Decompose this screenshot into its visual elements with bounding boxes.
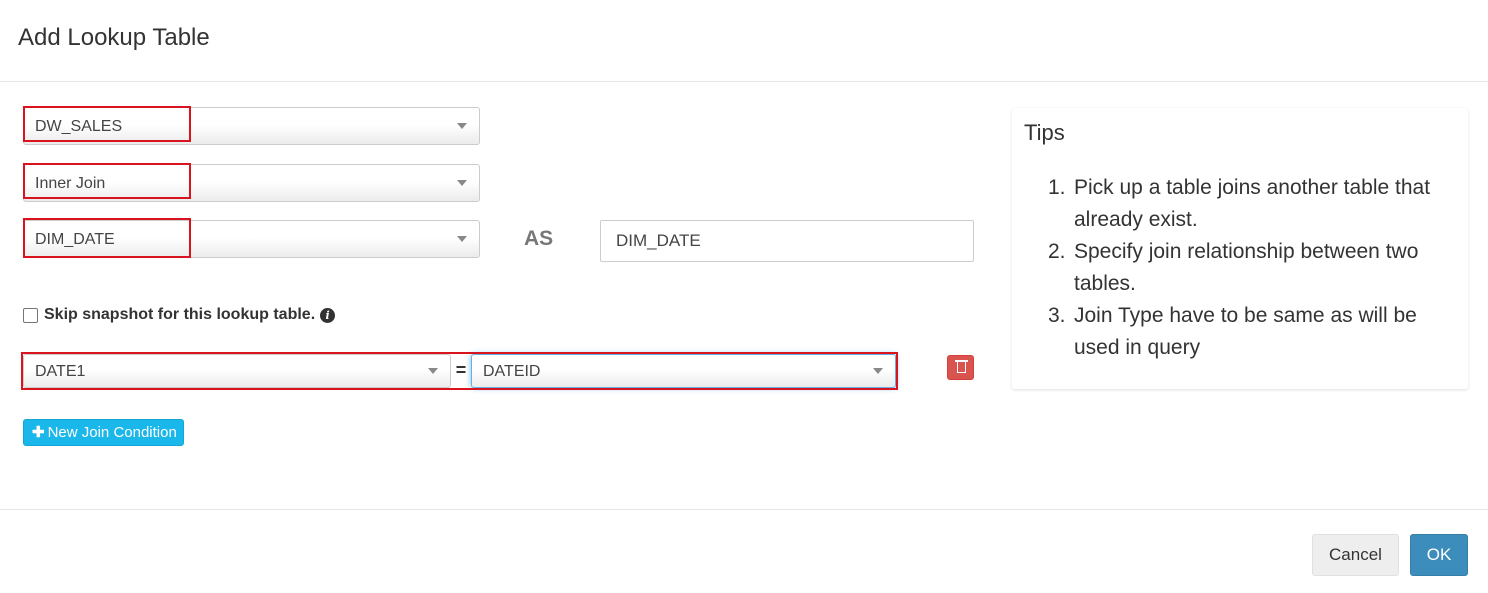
lookup-table-select[interactable]: DIM_DATE [23,220,480,258]
caret-down-icon [428,368,438,374]
source-table-select[interactable]: DW_SALES [23,107,480,145]
modal-title: Add Lookup Table [18,24,210,51]
caret-down-icon [457,236,467,242]
plus-icon: ✚ [32,424,45,441]
info-circle-icon[interactable]: i [320,307,336,323]
join-type-select[interactable]: Inner Join [23,164,480,202]
join-left-column-value: DATE1 [35,363,86,380]
join-left-column-select[interactable]: DATE1 [23,354,451,388]
tips-panel: Tips 1. Pick up a table joins another tab… [1012,108,1468,389]
new-join-condition-button[interactable]: ✚ New Join Condition [23,419,184,446]
tip-text: Pick up a table joins another table that… [1074,176,1431,231]
caret-down-icon [457,180,467,186]
join-operator: = [455,360,467,380]
cancel-button[interactable]: Cancel [1312,534,1399,576]
tip-item: 2. Specify join relationship between two … [1048,236,1458,300]
tip-number: 3. [1048,304,1066,327]
new-join-condition-label: New Join Condition [47,424,177,441]
join-type-value: Inner Join [35,175,106,192]
tip-text: Specify join relationship between two ta… [1074,240,1419,295]
skip-snapshot-label: Skip snapshot for this lookup table. [44,306,316,323]
modal-header: Add Lookup Table [0,0,1488,82]
tip-item: 3. Join Type have to be same as will be u… [1048,300,1458,364]
tip-number: 2. [1048,240,1066,263]
delete-join-condition-button[interactable] [947,355,974,380]
alias-input[interactable] [600,220,974,262]
tip-item: 1. Pick up a table joins another table th… [1048,172,1458,236]
tips-list: 1. Pick up a table joins another table th… [1048,172,1458,364]
caret-down-icon [457,123,467,129]
tip-number: 1. [1048,176,1066,199]
modal-footer [0,509,1488,593]
skip-snapshot-row: Skip snapshot for this lookup table. i [23,304,336,326]
join-right-column-select[interactable]: DATEID [471,354,896,388]
tip-text: Join Type have to be same as will be use… [1074,304,1417,359]
caret-down-icon [873,368,883,374]
as-label: AS [524,227,554,250]
ok-button[interactable]: OK [1410,534,1468,576]
trash-icon [957,362,966,373]
join-right-column-value: DATEID [483,363,541,380]
lookup-table-value: DIM_DATE [35,231,115,248]
skip-snapshot-checkbox[interactable] [23,307,38,323]
source-table-value: DW_SALES [35,118,123,135]
tips-title: Tips [1024,120,1065,145]
